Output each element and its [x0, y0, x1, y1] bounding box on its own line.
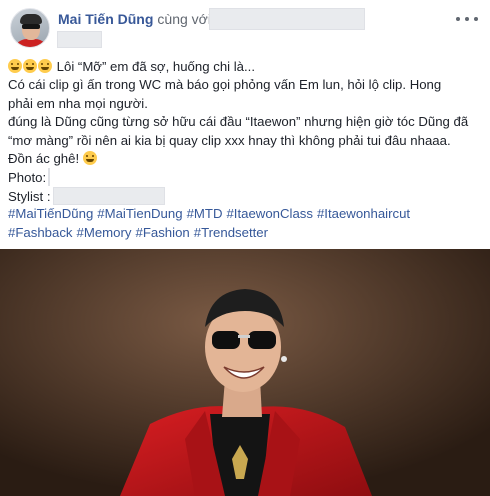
sunglasses-right-lens — [248, 331, 276, 349]
sunglasses-left-lens — [212, 331, 240, 349]
hashtag-link[interactable]: #Fashback — [8, 225, 73, 240]
laughing-emoji-icon — [38, 59, 52, 73]
hashtag-link[interactable]: #MaiTiếnDũng — [8, 206, 93, 221]
avatar-jacket — [13, 39, 49, 47]
more-horizontal-icon — [456, 17, 460, 21]
post-line-6: Đồn ác ghê! — [8, 150, 480, 168]
post-text: Lôi “Mỡ” em đã sợ, huống chi là... Có cá… — [8, 58, 480, 242]
earring — [281, 356, 287, 362]
avatar-hair — [20, 14, 42, 24]
post-line-text: Có cái clip gì ấn trong WC mà báo gọi ph… — [8, 77, 442, 93]
photo-credit-line: Photo: — [8, 168, 480, 187]
avatar[interactable] — [10, 8, 50, 48]
more-horizontal-icon — [474, 17, 478, 21]
post-line-1: Lôi “Mỡ” em đã sợ, huống chi là... — [8, 58, 480, 76]
hashtag-link[interactable]: #MTD — [187, 206, 223, 221]
with-text: cùng với — [157, 11, 211, 27]
laughing-emoji-icon — [8, 59, 22, 73]
hashtag-link[interactable]: #Trendsetter — [194, 225, 268, 240]
hashtag-link[interactable]: #Memory — [77, 225, 132, 240]
facebook-post: Mai Tiến Dũng cùng với Lôi “Mỡ” em đã sợ,… — [0, 0, 490, 496]
post-photo[interactable] — [0, 249, 490, 496]
post-line-3: phải em nha mọi người. — [8, 95, 480, 113]
post-line-text: Đồn ác ghê! — [8, 150, 80, 166]
sunglasses-bridge — [238, 335, 250, 338]
hashtags-row-2: #Fashback #Memory #Fashion #Trendsetter — [8, 224, 480, 242]
tagged-user-redacted — [209, 8, 365, 30]
hashtag-link[interactable]: #Fashion — [135, 225, 189, 240]
stylist-credit-line: Stylist : — [8, 186, 480, 205]
post-line-text: Lôi “Mỡ” em đã sợ, huống chi là... — [53, 59, 256, 74]
laughing-emoji-icon — [23, 59, 37, 73]
hashtags-row-1: #MaiTiếnDũng #MaiTienDung #MTD #ItaewonClas… — [8, 205, 480, 223]
author-name[interactable]: Mai Tiến Dũng — [58, 11, 153, 27]
laughing-emoji-icon — [82, 150, 97, 165]
avatar-glasses — [22, 24, 40, 29]
post-line-2: Có cái clip gì ấn trong WC mà báo gọi ph… — [8, 76, 480, 94]
post-line-text: phải em nha mọi người. — [8, 95, 148, 111]
portrait-illustration — [0, 249, 490, 496]
post-line-4: đúng là Dũng cũng từng sở hữu cái đầu “I… — [8, 113, 480, 131]
author-line: Mai Tiến Dũng cùng với — [58, 10, 211, 28]
hashtag-link[interactable]: #MaiTienDung — [97, 206, 182, 221]
photo-label: Photo: — [8, 170, 47, 186]
more-horizontal-icon — [465, 17, 469, 21]
stylist-credit-redacted — [52, 186, 165, 205]
hashtag-link[interactable]: #Itaewonhaircut — [317, 206, 410, 221]
post-meta-redacted — [57, 31, 102, 48]
post-line-5: “mơ màng” rồi nên ai kia bị quay clip xx… — [8, 132, 480, 150]
hashtag-link[interactable]: #ItaewonClass — [226, 206, 313, 221]
photo-credit-redacted — [48, 168, 51, 187]
post-line-text: đúng là Dũng cũng từng sở hữu cái đầu “I… — [8, 114, 469, 130]
more-options-button[interactable] — [456, 12, 478, 26]
post-header: Mai Tiến Dũng cùng với — [0, 0, 490, 56]
stylist-label: Stylist : — [8, 188, 51, 204]
post-line-text: “mơ màng” rồi nên ai kia bị quay clip xx… — [8, 132, 451, 148]
